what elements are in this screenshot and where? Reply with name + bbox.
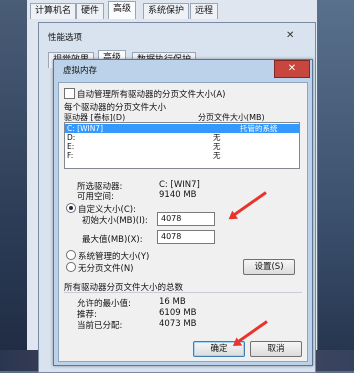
recommended-value: 6109 MB (159, 308, 197, 318)
tab-remote[interactable]: 远程 (190, 3, 219, 19)
auto-manage-label: 自动管理所有驱动器的分页文件大小(A) (77, 90, 226, 100)
total-section-divider (64, 292, 302, 293)
cancel-button[interactable]: 取消 (250, 341, 302, 357)
drive-paging-size: 无 (213, 142, 221, 151)
system-managed-radio[interactable] (66, 250, 76, 260)
current-allocated-value: 4073 MB (159, 319, 197, 329)
desktop-background-right (318, 0, 354, 371)
custom-size-radio[interactable] (66, 203, 76, 213)
no-paging-file-radio[interactable] (66, 262, 76, 272)
tab-advanced[interactable]: 高级 (108, 1, 137, 19)
drive-paging-size: 托管的系统 (240, 124, 278, 133)
drive-name: D: (67, 133, 76, 142)
no-paging-file-label: 无分页文件(N) (78, 264, 134, 274)
set-button[interactable]: 设置(S) (243, 259, 295, 275)
drive-list[interactable]: C: [WIN7] 托管的系统 D: 无 E: 无 F: 无 (64, 122, 300, 169)
drive-paging-size: 无 (213, 133, 221, 142)
performance-options-close-icon[interactable]: ✕ (286, 30, 294, 41)
auto-manage-checkbox[interactable] (64, 88, 75, 99)
drive-row-e[interactable]: E: 无 (65, 142, 299, 151)
virtual-memory-close-button[interactable]: ✕ (274, 60, 310, 78)
drive-name: C: [WIN7] (67, 124, 104, 133)
drive-name: E: (67, 142, 75, 151)
max-size-label: 最大值(MB)(X): (82, 235, 143, 245)
drive-row-d[interactable]: D: 无 (65, 133, 299, 142)
virtual-memory-title: 虚拟内存 (63, 66, 98, 76)
drive-row-f[interactable]: F: 无 (65, 151, 299, 160)
drive-name: F: (67, 151, 74, 160)
tab-computer-name[interactable]: 计算机名 (30, 3, 77, 19)
drive-row-c[interactable]: C: [WIN7] 托管的系统 (65, 124, 299, 133)
performance-options-title: 性能选项 (48, 33, 83, 43)
selected-drive-value: C: [WIN7] (159, 180, 200, 190)
tab-system-protection[interactable]: 系统保护 (143, 3, 190, 19)
initial-size-label: 初始大小(MB)(I): (82, 216, 148, 226)
drive-paging-size: 无 (213, 151, 221, 160)
free-space-value: 9140 MB (159, 190, 197, 200)
tab-hardware[interactable]: 硬件 (76, 3, 105, 19)
free-space-label: 可用空间: (77, 192, 114, 202)
min-allowed-value: 16 MB (159, 297, 186, 307)
current-allocated-label: 当前已分配: (77, 321, 123, 331)
system-managed-label: 系统管理的大小(Y) (78, 252, 150, 262)
initial-size-input[interactable]: 4078 (157, 212, 215, 226)
max-size-input[interactable]: 4078 (157, 230, 215, 244)
